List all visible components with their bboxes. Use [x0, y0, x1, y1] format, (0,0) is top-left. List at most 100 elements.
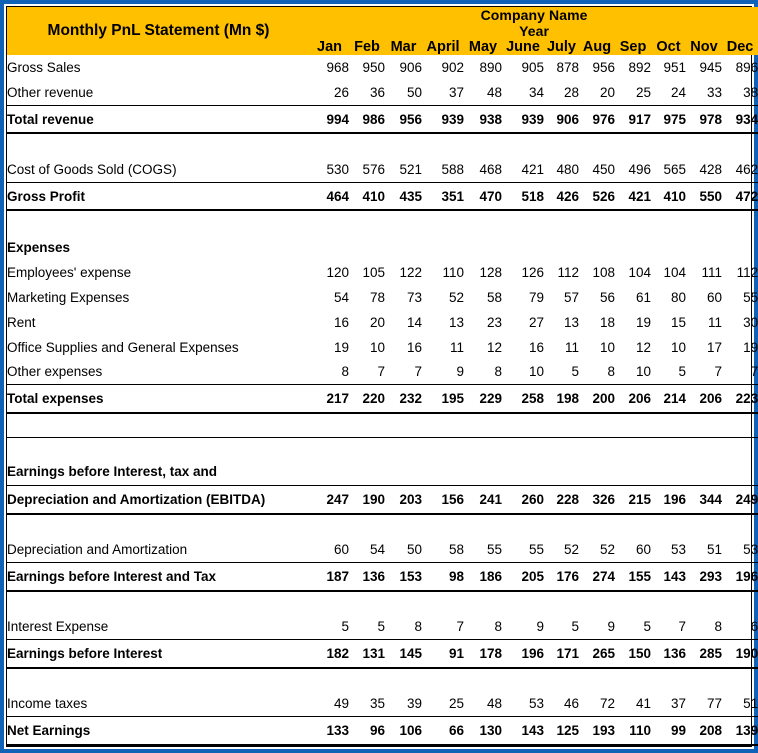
row-label: Marketing Expenses — [7, 289, 130, 305]
value-cell: 176 — [544, 562, 579, 592]
value-cell: 472 — [722, 181, 758, 212]
spacer-cell — [464, 133, 502, 157]
value-cell: 950 — [362, 59, 385, 75]
value-cell: 326 — [579, 484, 615, 515]
worksheet-frame: Monthly PnL Statement (Mn $) Company Nam… — [0, 0, 758, 753]
spacer-cell — [722, 437, 758, 459]
spacer-cell — [464, 437, 502, 459]
spacer-cell — [464, 412, 502, 438]
row-label: Rent — [7, 314, 36, 330]
value-cell: 905 — [521, 59, 544, 75]
value-cell: 96 — [349, 716, 385, 747]
value-cell: 28 — [563, 84, 579, 100]
spacer-cell — [349, 514, 385, 538]
value-cell: 108 — [592, 265, 615, 281]
spacer-cell — [579, 412, 615, 438]
value-cell: 945 — [699, 59, 722, 75]
value-cell: 155 — [615, 562, 651, 592]
value-cell: 112 — [736, 265, 758, 281]
value-cell: 9 — [456, 364, 464, 380]
value-cell: 145 — [385, 639, 422, 669]
value-cell: 450 — [592, 161, 615, 177]
row-label: Total revenue — [7, 104, 310, 135]
row-label: Depreciation and Amortization — [7, 542, 188, 558]
table-row: Rent 16 20 14 13 23 27 13 18 19 15 11 30 — [7, 310, 758, 335]
value-cell: 435 — [385, 181, 422, 212]
value-cell: 16 — [333, 314, 349, 330]
value-cell: 10 — [670, 339, 686, 355]
value-cell: 7 — [714, 364, 722, 380]
value-cell: 896 — [735, 59, 758, 75]
value-cell: 249 — [722, 484, 758, 515]
value-cell: 11 — [564, 339, 579, 355]
value-cell: 10 — [369, 339, 385, 355]
spacer-cell — [349, 210, 385, 234]
value-cell: 206 — [686, 384, 722, 414]
value-cell: 190 — [722, 639, 758, 669]
value-cell: 193 — [579, 716, 615, 747]
value-cell: 521 — [399, 161, 422, 177]
spacer-cell — [579, 210, 615, 234]
month-header-jan: Jan — [310, 39, 349, 55]
value-cell: 143 — [502, 716, 544, 747]
value-cell: 55 — [486, 542, 502, 558]
value-cell: 53 — [528, 696, 544, 712]
month-header-sep: Sep — [615, 39, 651, 55]
value-cell: 106 — [385, 716, 422, 747]
value-cell: 906 — [399, 59, 422, 75]
table-row: Expenses — [7, 234, 758, 260]
value-cell: 23 — [486, 314, 502, 330]
spacer-cell — [651, 133, 686, 157]
spacer-cell — [502, 668, 544, 692]
spacer-cell — [544, 210, 579, 234]
value-cell: 53 — [743, 542, 758, 558]
value-cell: 48 — [486, 84, 502, 100]
value-cell: 576 — [362, 161, 385, 177]
table-row: Depreciation and Amortization (EBITDA) 24… — [7, 484, 758, 515]
value-cell: 17 — [706, 339, 722, 355]
value-cell: 588 — [441, 161, 464, 177]
value-cell: 41 — [635, 696, 651, 712]
spacer-cell — [615, 210, 651, 234]
value-cell: 274 — [579, 562, 615, 592]
value-cell: 223 — [722, 384, 758, 414]
spacer-cell — [686, 210, 722, 234]
value-cell — [464, 459, 502, 486]
value-cell: 228 — [544, 484, 579, 515]
value-cell: 60 — [706, 289, 722, 305]
value-cell: 54 — [333, 289, 349, 305]
value-cell: 15 — [670, 314, 686, 330]
value-cell: 25 — [635, 84, 651, 100]
value-cell: 112 — [557, 265, 579, 281]
value-cell — [544, 234, 579, 260]
value-cell: 57 — [563, 289, 579, 305]
value-cell: 5 — [341, 619, 349, 635]
spacer-cell — [615, 412, 651, 438]
value-cell: 208 — [686, 716, 722, 747]
value-cell: 19 — [743, 339, 758, 355]
month-header-feb: Feb — [349, 39, 385, 55]
value-cell: 550 — [686, 181, 722, 212]
value-cell: 110 — [442, 265, 464, 281]
value-cell: 5 — [678, 364, 686, 380]
row-label: Other expenses — [7, 364, 103, 380]
value-cell: 187 — [310, 562, 349, 592]
value-cell: 994 — [310, 104, 349, 135]
spacer-cell — [615, 514, 651, 538]
value-cell: 143 — [651, 562, 686, 592]
value-cell: 19 — [635, 314, 651, 330]
value-cell: 530 — [326, 161, 349, 177]
value-cell: 410 — [651, 181, 686, 212]
month-header-dec: Dec — [722, 39, 758, 55]
value-cell: 58 — [448, 542, 464, 558]
spacer-cell — [686, 591, 722, 615]
table-row: Interest Expense 5 5 8 7 8 9 5 9 5 7 8 6 — [7, 614, 758, 639]
table-row: Gross Sales 968 950 906 902 890 905 878 956 892 95… — [7, 55, 758, 80]
row-label: Office Supplies and General Expenses — [7, 339, 239, 355]
spacer-cell — [651, 210, 686, 234]
value-cell: 50 — [406, 542, 422, 558]
value-cell: 410 — [349, 181, 385, 212]
value-cell: 241 — [464, 484, 502, 515]
value-cell: 8 — [607, 364, 615, 380]
value-cell: 16 — [406, 339, 422, 355]
